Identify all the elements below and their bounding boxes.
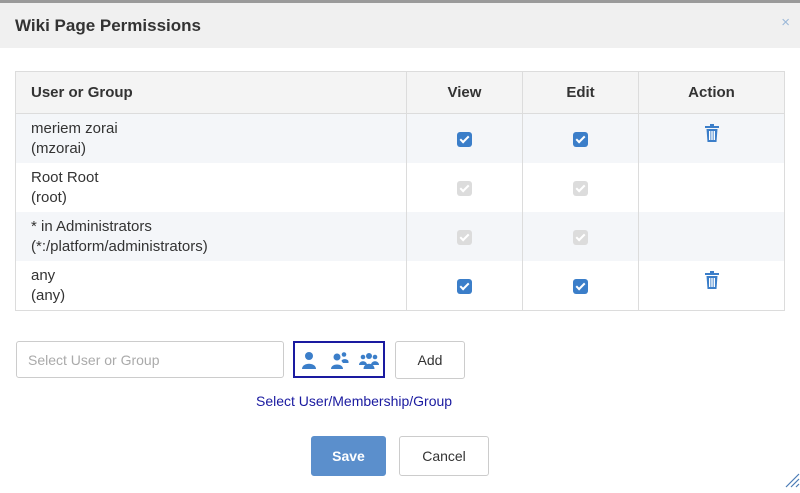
selector-type-group bbox=[293, 341, 385, 378]
view-checkbox bbox=[457, 180, 472, 196]
cancel-button[interactable]: Cancel bbox=[399, 436, 489, 476]
table-row: meriem zorai (mzorai) bbox=[15, 113, 785, 163]
table-row: Root Root (root) bbox=[15, 163, 785, 212]
user-cell: any (any) bbox=[15, 261, 407, 311]
user-id: (mzorai) bbox=[31, 139, 86, 157]
table-header-row: User or Group View Edit Action bbox=[15, 71, 785, 114]
user-cell: Root Root (root) bbox=[15, 163, 407, 212]
membership-icon[interactable] bbox=[329, 351, 349, 369]
edit-cell bbox=[522, 163, 639, 212]
group-icon[interactable] bbox=[359, 351, 379, 369]
view-cell bbox=[406, 212, 523, 261]
user-name: Root Root bbox=[31, 168, 99, 186]
edit-cell bbox=[522, 212, 639, 261]
edit-cell bbox=[522, 261, 639, 311]
view-checkbox[interactable] bbox=[457, 278, 472, 294]
view-checkbox bbox=[457, 229, 472, 245]
header-view: View bbox=[406, 71, 523, 114]
trash-icon[interactable] bbox=[704, 270, 720, 289]
view-cell bbox=[406, 113, 523, 163]
user-name: meriem zorai bbox=[31, 119, 118, 137]
user-cell: meriem zorai (mzorai) bbox=[15, 113, 407, 163]
table-row: any (any) bbox=[15, 261, 785, 311]
user-id: (root) bbox=[31, 188, 67, 206]
edit-checkbox bbox=[573, 229, 588, 245]
edit-checkbox[interactable] bbox=[573, 131, 588, 147]
action-cell bbox=[638, 261, 785, 311]
action-cell bbox=[638, 212, 785, 261]
edit-cell bbox=[522, 113, 639, 163]
permissions-dialog: Wiki Page Permissions × User or Group Vi… bbox=[0, 0, 800, 488]
dialog-header: Wiki Page Permissions × bbox=[0, 3, 800, 48]
resize-handle-icon[interactable] bbox=[778, 466, 800, 488]
header-action: Action bbox=[638, 71, 785, 114]
save-button[interactable]: Save bbox=[311, 436, 386, 476]
header-edit: Edit bbox=[522, 71, 639, 114]
user-id: (any) bbox=[31, 286, 66, 304]
add-button[interactable]: Add bbox=[395, 341, 465, 379]
user-name: * in Administrators bbox=[31, 217, 152, 235]
view-cell bbox=[406, 261, 523, 311]
table-row: * in Administrators (*:/platform/adminis… bbox=[15, 212, 785, 261]
trash-icon[interactable] bbox=[704, 123, 720, 142]
action-cell bbox=[638, 163, 785, 212]
view-cell bbox=[406, 163, 523, 212]
user-icon[interactable] bbox=[299, 351, 319, 369]
view-checkbox[interactable] bbox=[457, 131, 472, 147]
user-id: (*:/platform/administrators) bbox=[31, 237, 208, 255]
action-cell bbox=[638, 113, 785, 163]
edit-checkbox[interactable] bbox=[573, 278, 588, 294]
close-icon[interactable]: × bbox=[781, 14, 790, 31]
permissions-table: User or Group View Edit Action meriem zo… bbox=[15, 71, 785, 311]
select-user-or-group-input[interactable] bbox=[16, 341, 284, 378]
user-name: any bbox=[31, 266, 56, 284]
edit-checkbox bbox=[573, 180, 588, 196]
header-user-or-group: User or Group bbox=[15, 71, 407, 114]
user-cell: * in Administrators (*:/platform/adminis… bbox=[15, 212, 407, 261]
dialog-title: Wiki Page Permissions bbox=[15, 16, 201, 35]
select-user-membership-group-link[interactable]: Select User/Membership/Group bbox=[256, 393, 452, 409]
